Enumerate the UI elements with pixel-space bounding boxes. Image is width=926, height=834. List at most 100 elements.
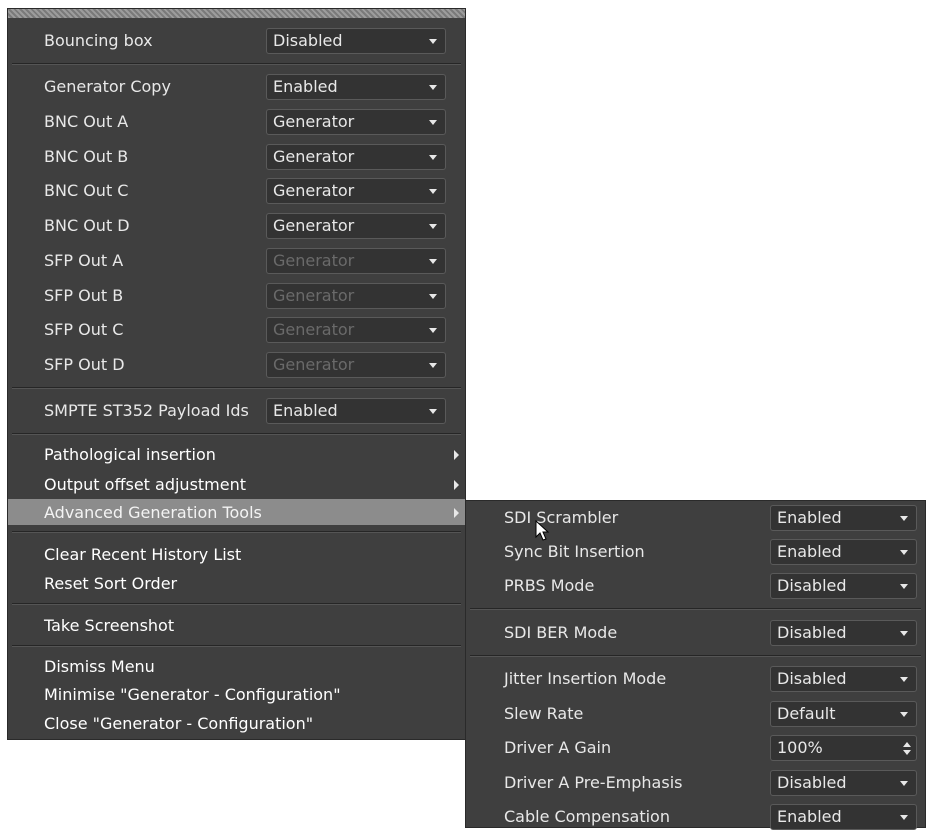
menu-row-generator-copy[interactable]: Generator Copy Enabled (8, 70, 465, 104)
chevron-down-icon (429, 294, 437, 299)
submenu-row-jitter-insertion-mode[interactable]: Jitter Insertion Mode Disabled (466, 662, 925, 696)
sfp-out-d-value: Generator (273, 355, 355, 374)
chevron-down-icon (900, 781, 908, 786)
menu-row-sfp-out-c[interactable]: SFP Out C Generator (8, 313, 465, 347)
menu-separator (12, 531, 461, 533)
menu-separator (12, 63, 461, 65)
chevron-down-icon (900, 631, 908, 636)
sfp-out-a-dropdown: Generator (266, 248, 446, 274)
bnc-out-a-dropdown[interactable]: Generator (266, 109, 446, 135)
menu-row-smpte-payload[interactable]: SMPTE ST352 Payload Ids Enabled (8, 394, 465, 428)
slew-rate-dropdown[interactable]: Default (770, 701, 917, 727)
close-window-item[interactable]: Close "Generator - Configuration" (44, 714, 313, 733)
menu-row-bnc-out-d[interactable]: BNC Out D Generator (8, 209, 465, 243)
sdi-scrambler-dropdown[interactable]: Enabled (770, 505, 917, 531)
context-menu: Bouncing box Disabled Generator Copy Ena… (7, 8, 466, 740)
chevron-down-icon (900, 584, 908, 589)
bouncing-box-label: Bouncing box (44, 31, 153, 50)
clear-history-item[interactable]: Clear Recent History List (44, 545, 241, 564)
menu-row-sfp-out-b[interactable]: SFP Out B Generator (8, 279, 465, 313)
reset-sort-order-item[interactable]: Reset Sort Order (44, 574, 177, 593)
sfp-out-d-dropdown: Generator (266, 352, 446, 378)
submenu-row-sdi-ber-mode[interactable]: SDI BER Mode Disabled (466, 616, 925, 650)
driver-a-pre-emphasis-value: Disabled (777, 773, 847, 792)
generator-copy-label: Generator Copy (44, 77, 171, 96)
chevron-down-icon (429, 328, 437, 333)
spinner-down-icon[interactable] (903, 750, 911, 755)
menu-row-sfp-out-d[interactable]: SFP Out D Generator (8, 348, 465, 382)
bnc-out-c-dropdown[interactable]: Generator (266, 178, 446, 204)
mouse-pointer-icon (535, 520, 550, 541)
bnc-out-d-value: Generator (273, 216, 355, 235)
bnc-out-a-label: BNC Out A (44, 112, 129, 131)
bnc-out-c-value: Generator (273, 181, 355, 200)
submenu-row-slew-rate[interactable]: Slew Rate Default (466, 697, 925, 731)
sfp-out-c-dropdown: Generator (266, 317, 446, 343)
sync-bit-insertion-dropdown[interactable]: Enabled (770, 539, 917, 565)
chevron-down-icon (429, 85, 437, 90)
submenu-row-cable-compensation[interactable]: Cable Compensation Enabled (466, 800, 925, 834)
sfp-out-a-value: Generator (273, 251, 355, 270)
generator-copy-value: Enabled (273, 77, 338, 96)
sdi-scrambler-label: SDI Scrambler (504, 508, 619, 527)
sfp-out-b-label: SFP Out B (44, 286, 124, 305)
generator-copy-dropdown[interactable]: Enabled (266, 74, 446, 100)
minimise-window-item[interactable]: Minimise "Generator - Configuration" (44, 685, 341, 704)
sdi-scrambler-value: Enabled (777, 508, 842, 527)
chevron-down-icon (429, 224, 437, 229)
menu-separator (12, 603, 461, 605)
prbs-mode-dropdown[interactable]: Disabled (770, 573, 917, 599)
driver-a-pre-emphasis-label: Driver A Pre-Emphasis (504, 773, 683, 792)
chevron-down-icon (900, 712, 908, 717)
bnc-out-c-label: BNC Out C (44, 181, 129, 200)
chevron-down-icon (429, 409, 437, 414)
chevron-down-icon (429, 39, 437, 44)
output-offset-label: Output offset adjustment (44, 475, 247, 494)
bnc-out-b-dropdown[interactable]: Generator (266, 144, 446, 170)
menu-row-bnc-out-a[interactable]: BNC Out A Generator (8, 105, 465, 139)
smpte-payload-value: Enabled (273, 401, 338, 420)
sfp-out-c-label: SFP Out C (44, 320, 124, 339)
chevron-right-icon (454, 450, 459, 460)
menu-row-bnc-out-b[interactable]: BNC Out B Generator (8, 140, 465, 174)
menu-separator (470, 655, 921, 657)
sfp-out-b-value: Generator (273, 286, 355, 305)
bouncing-box-dropdown[interactable]: Disabled (266, 28, 446, 54)
jitter-insertion-mode-label: Jitter Insertion Mode (504, 669, 667, 688)
sdi-ber-mode-dropdown[interactable]: Disabled (770, 620, 917, 646)
bnc-out-d-dropdown[interactable]: Generator (266, 213, 446, 239)
menu-row-bnc-out-c[interactable]: BNC Out C Generator (8, 174, 465, 208)
dismiss-menu-item[interactable]: Dismiss Menu (44, 657, 155, 676)
bouncing-box-value: Disabled (273, 31, 343, 50)
bnc-out-d-label: BNC Out D (44, 216, 130, 235)
cable-compensation-dropdown[interactable]: Enabled (770, 804, 917, 830)
sync-bit-insertion-label: Sync Bit Insertion (504, 542, 645, 561)
menu-separator (12, 433, 461, 435)
driver-a-gain-label: Driver A Gain (504, 738, 612, 757)
menu-drag-grip[interactable] (8, 9, 465, 18)
submenu-row-driver-a-gain[interactable]: Driver A Gain 100% (466, 731, 925, 765)
menu-row-sfp-out-a[interactable]: SFP Out A Generator (8, 244, 465, 278)
submenu-row-prbs-mode[interactable]: PRBS Mode Disabled (466, 569, 925, 603)
take-screenshot-item[interactable]: Take Screenshot (44, 616, 174, 635)
driver-a-pre-emphasis-dropdown[interactable]: Disabled (770, 770, 917, 796)
sfp-out-c-value: Generator (273, 320, 355, 339)
spinner-up-icon[interactable] (903, 742, 911, 747)
driver-a-gain-value: 100% (777, 738, 823, 757)
submenu-row-driver-a-pre-emphasis[interactable]: Driver A Pre-Emphasis Disabled (466, 766, 925, 800)
chevron-right-icon (454, 480, 459, 490)
cable-compensation-value: Enabled (777, 807, 842, 826)
driver-a-gain-spinbox[interactable]: 100% (770, 735, 917, 761)
jitter-insertion-mode-value: Disabled (777, 669, 847, 688)
sdi-ber-mode-value: Disabled (777, 623, 847, 642)
chevron-down-icon (900, 516, 908, 521)
smpte-payload-label: SMPTE ST352 Payload Ids (44, 401, 249, 420)
bnc-out-b-value: Generator (273, 147, 355, 166)
sfp-out-d-label: SFP Out D (44, 355, 125, 374)
smpte-payload-dropdown[interactable]: Enabled (266, 398, 446, 424)
menu-separator (12, 387, 461, 389)
menu-row-bouncing-box[interactable]: Bouncing box Disabled (8, 24, 465, 58)
chevron-right-icon (454, 508, 459, 518)
jitter-insertion-mode-dropdown[interactable]: Disabled (770, 666, 917, 692)
slew-rate-value: Default (777, 704, 836, 723)
